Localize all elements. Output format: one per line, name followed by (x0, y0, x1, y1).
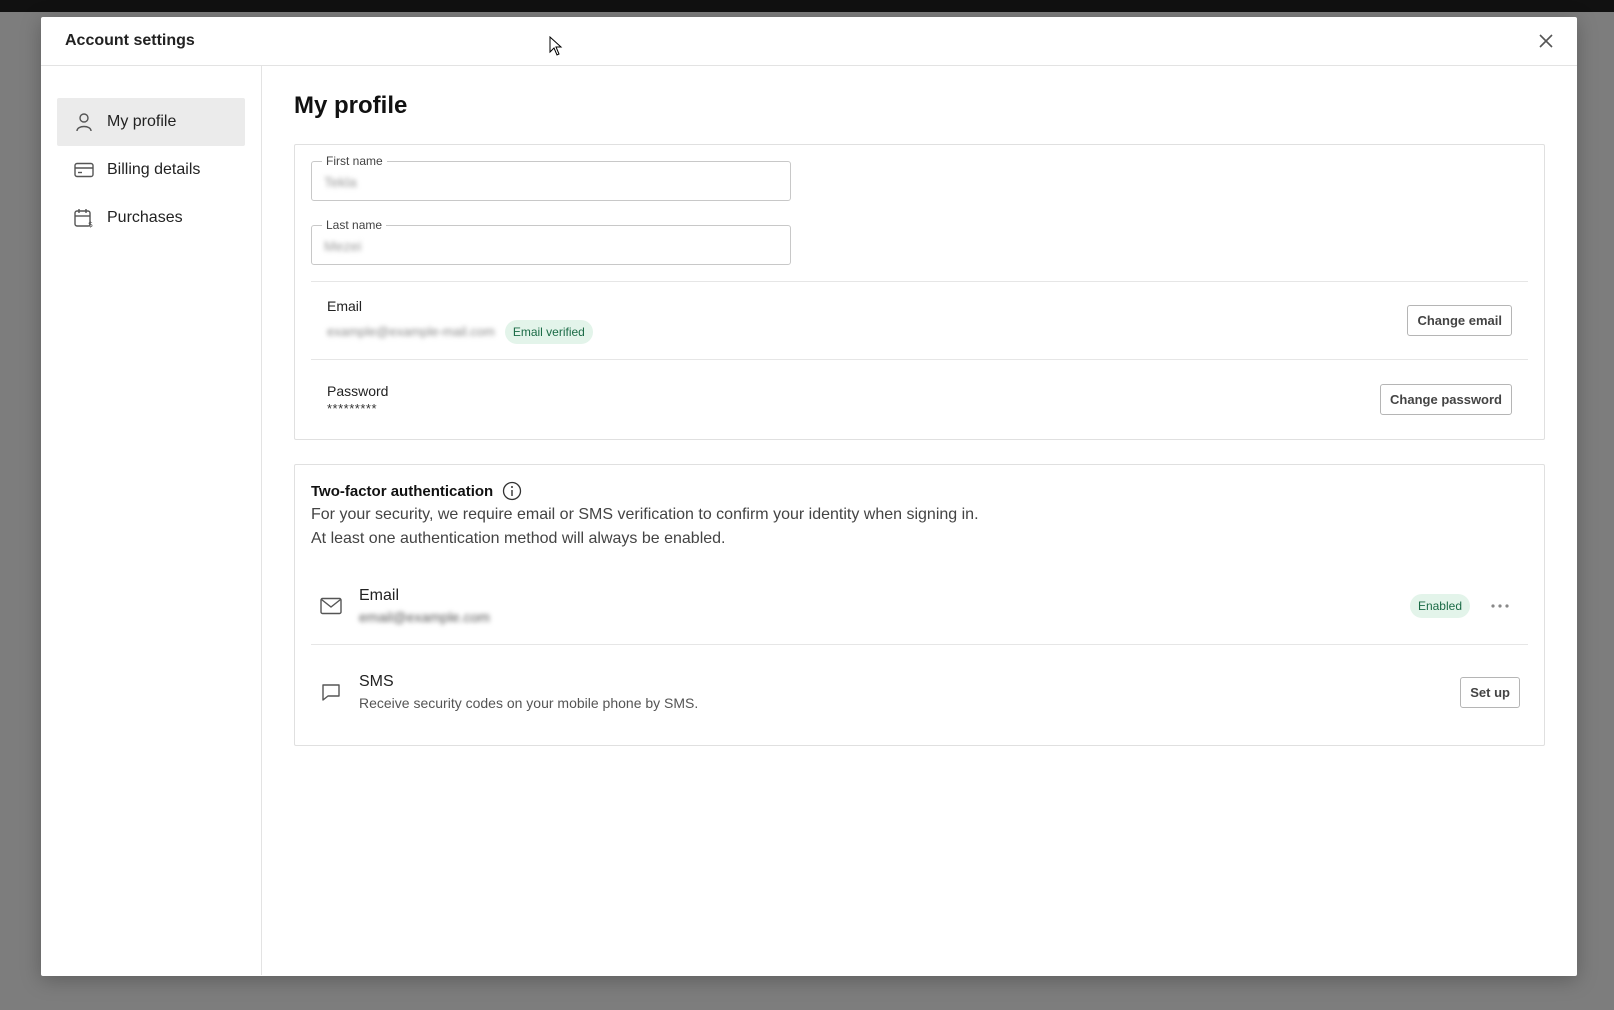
credit-card-icon (73, 159, 95, 181)
email-method-name: Email (359, 586, 400, 604)
info-icon[interactable] (502, 481, 522, 501)
sidebar-item-purchases[interactable]: $ Purchases (57, 194, 245, 242)
sidebar-item-billing-details[interactable]: Billing details (57, 146, 245, 194)
modal-title: Account settings (65, 32, 195, 49)
sidebar-item-label: My profile (107, 113, 177, 130)
sms-method-description: Receive security codes on your mobile ph… (359, 695, 699, 711)
page-title: My profile (294, 92, 408, 119)
user-icon (73, 111, 95, 133)
last-name-value: Mezei (324, 238, 362, 254)
set-up-sms-button[interactable]: Set up (1460, 676, 1520, 708)
main-content: My profile First name Tekla Last name Me… (262, 66, 1577, 975)
first-name-field[interactable]: First name Tekla (311, 154, 791, 201)
change-password-button[interactable]: Change password (1380, 384, 1512, 415)
email-row: Email example@example-mail.com Email ver… (311, 281, 1528, 359)
close-button[interactable] (1535, 30, 1557, 52)
sidebar-item-label: Billing details (107, 161, 201, 178)
email-verified-badge: Email verified (504, 319, 593, 344)
settings-sidebar: My profile Billing details $ Purchases (41, 66, 262, 975)
two-factor-heading: Two-factor authentication (311, 481, 1528, 501)
sms-method-row: SMS Receive security codes on your mobil… (311, 645, 1528, 739)
password-row: Password ********* Change password (311, 359, 1528, 439)
email-method-row: Email email@example.com Enabled (311, 567, 1528, 645)
enabled-badge: Enabled (1409, 593, 1470, 618)
sidebar-item-my-profile[interactable]: My profile (57, 98, 245, 146)
mail-icon (319, 594, 343, 618)
email-value: example@example-mail.com (327, 324, 495, 339)
more-icon (1491, 603, 1509, 608)
two-factor-description: For your security, we require email or S… (311, 503, 1528, 551)
change-email-button[interactable]: Change email (1407, 305, 1512, 336)
first-name-value: Tekla (324, 174, 357, 190)
password-value: ********* (327, 401, 378, 416)
calendar-dollar-icon: $ (73, 207, 95, 229)
two-factor-desc-line2: At least one authentication method will … (311, 530, 726, 547)
last-name-field[interactable]: Last name Mezei (311, 218, 791, 265)
last-name-label: Last name (322, 218, 387, 232)
email-label: Email (327, 297, 363, 314)
top-bar (0, 0, 1614, 12)
svg-text:$: $ (88, 220, 93, 228)
account-settings-modal: Account settings My profile Billing deta… (41, 17, 1577, 976)
password-label: Password (327, 383, 389, 399)
first-name-label: First name (322, 154, 387, 168)
two-factor-desc-line1: For your security, we require email or S… (311, 506, 979, 523)
email-method-value: email@example.com (359, 608, 490, 625)
profile-card: First name Tekla Last name Mezei Email e… (294, 144, 1545, 440)
sidebar-item-label: Purchases (107, 209, 183, 226)
two-factor-card: Two-factor authentication For your secur… (294, 464, 1545, 746)
mouse-cursor-icon (549, 36, 563, 56)
modal-header: Account settings (41, 17, 1577, 66)
close-icon (1539, 34, 1553, 48)
chat-bubble-icon (319, 680, 343, 704)
two-factor-title: Two-factor authentication (311, 482, 494, 500)
sms-method-name: SMS (359, 673, 394, 690)
more-options-button[interactable] (1488, 594, 1512, 618)
